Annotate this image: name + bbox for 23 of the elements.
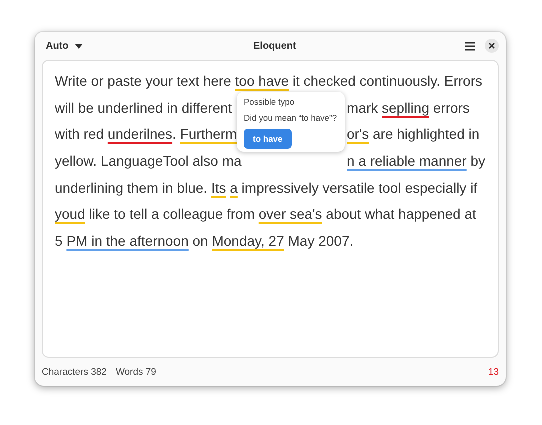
popover-title: Possible typo bbox=[244, 97, 296, 107]
character-count: Characters 382 bbox=[42, 366, 107, 378]
text-line: Write or paste your text here too have it checked continuously. Errors bbox=[55, 73, 482, 90]
text-line: 5 PM in the afternoon on Monday, 27 May 2007. bbox=[55, 232, 354, 249]
mode-dropdown[interactable]: Auto bbox=[44, 38, 85, 54]
window-title: Eloquent bbox=[252, 40, 298, 52]
text-line: mark seplling errors bbox=[347, 100, 470, 116]
text-line: yellow. LanguageTool also ma bbox=[55, 153, 242, 170]
text-line: underlining them in blue. Its a impressively versatile tool especially if bbox=[55, 180, 478, 196]
close-icon bbox=[489, 43, 495, 49]
text-line: or's are highlighted in bbox=[347, 126, 480, 142]
suggestion-question: Did you mean “to have”? bbox=[244, 113, 338, 123]
text-line: with red underilnes. Furtherm bbox=[55, 126, 238, 142]
caret-icon bbox=[74, 44, 83, 48]
text-editor[interactable] bbox=[42, 60, 499, 358]
text-line: n a reliable manner by bbox=[347, 153, 486, 170]
close-button[interactable] bbox=[485, 39, 499, 53]
suggestion-button[interactable]: to have bbox=[244, 129, 292, 149]
menu-icon[interactable] bbox=[465, 42, 475, 50]
text-line: will be underlined in different bbox=[55, 100, 232, 116]
text-line: youd like to tell a colleague from over sea's about what happened at bbox=[55, 206, 476, 222]
word-count: Words 79 bbox=[116, 366, 156, 378]
issue-count: 13 bbox=[488, 366, 499, 378]
